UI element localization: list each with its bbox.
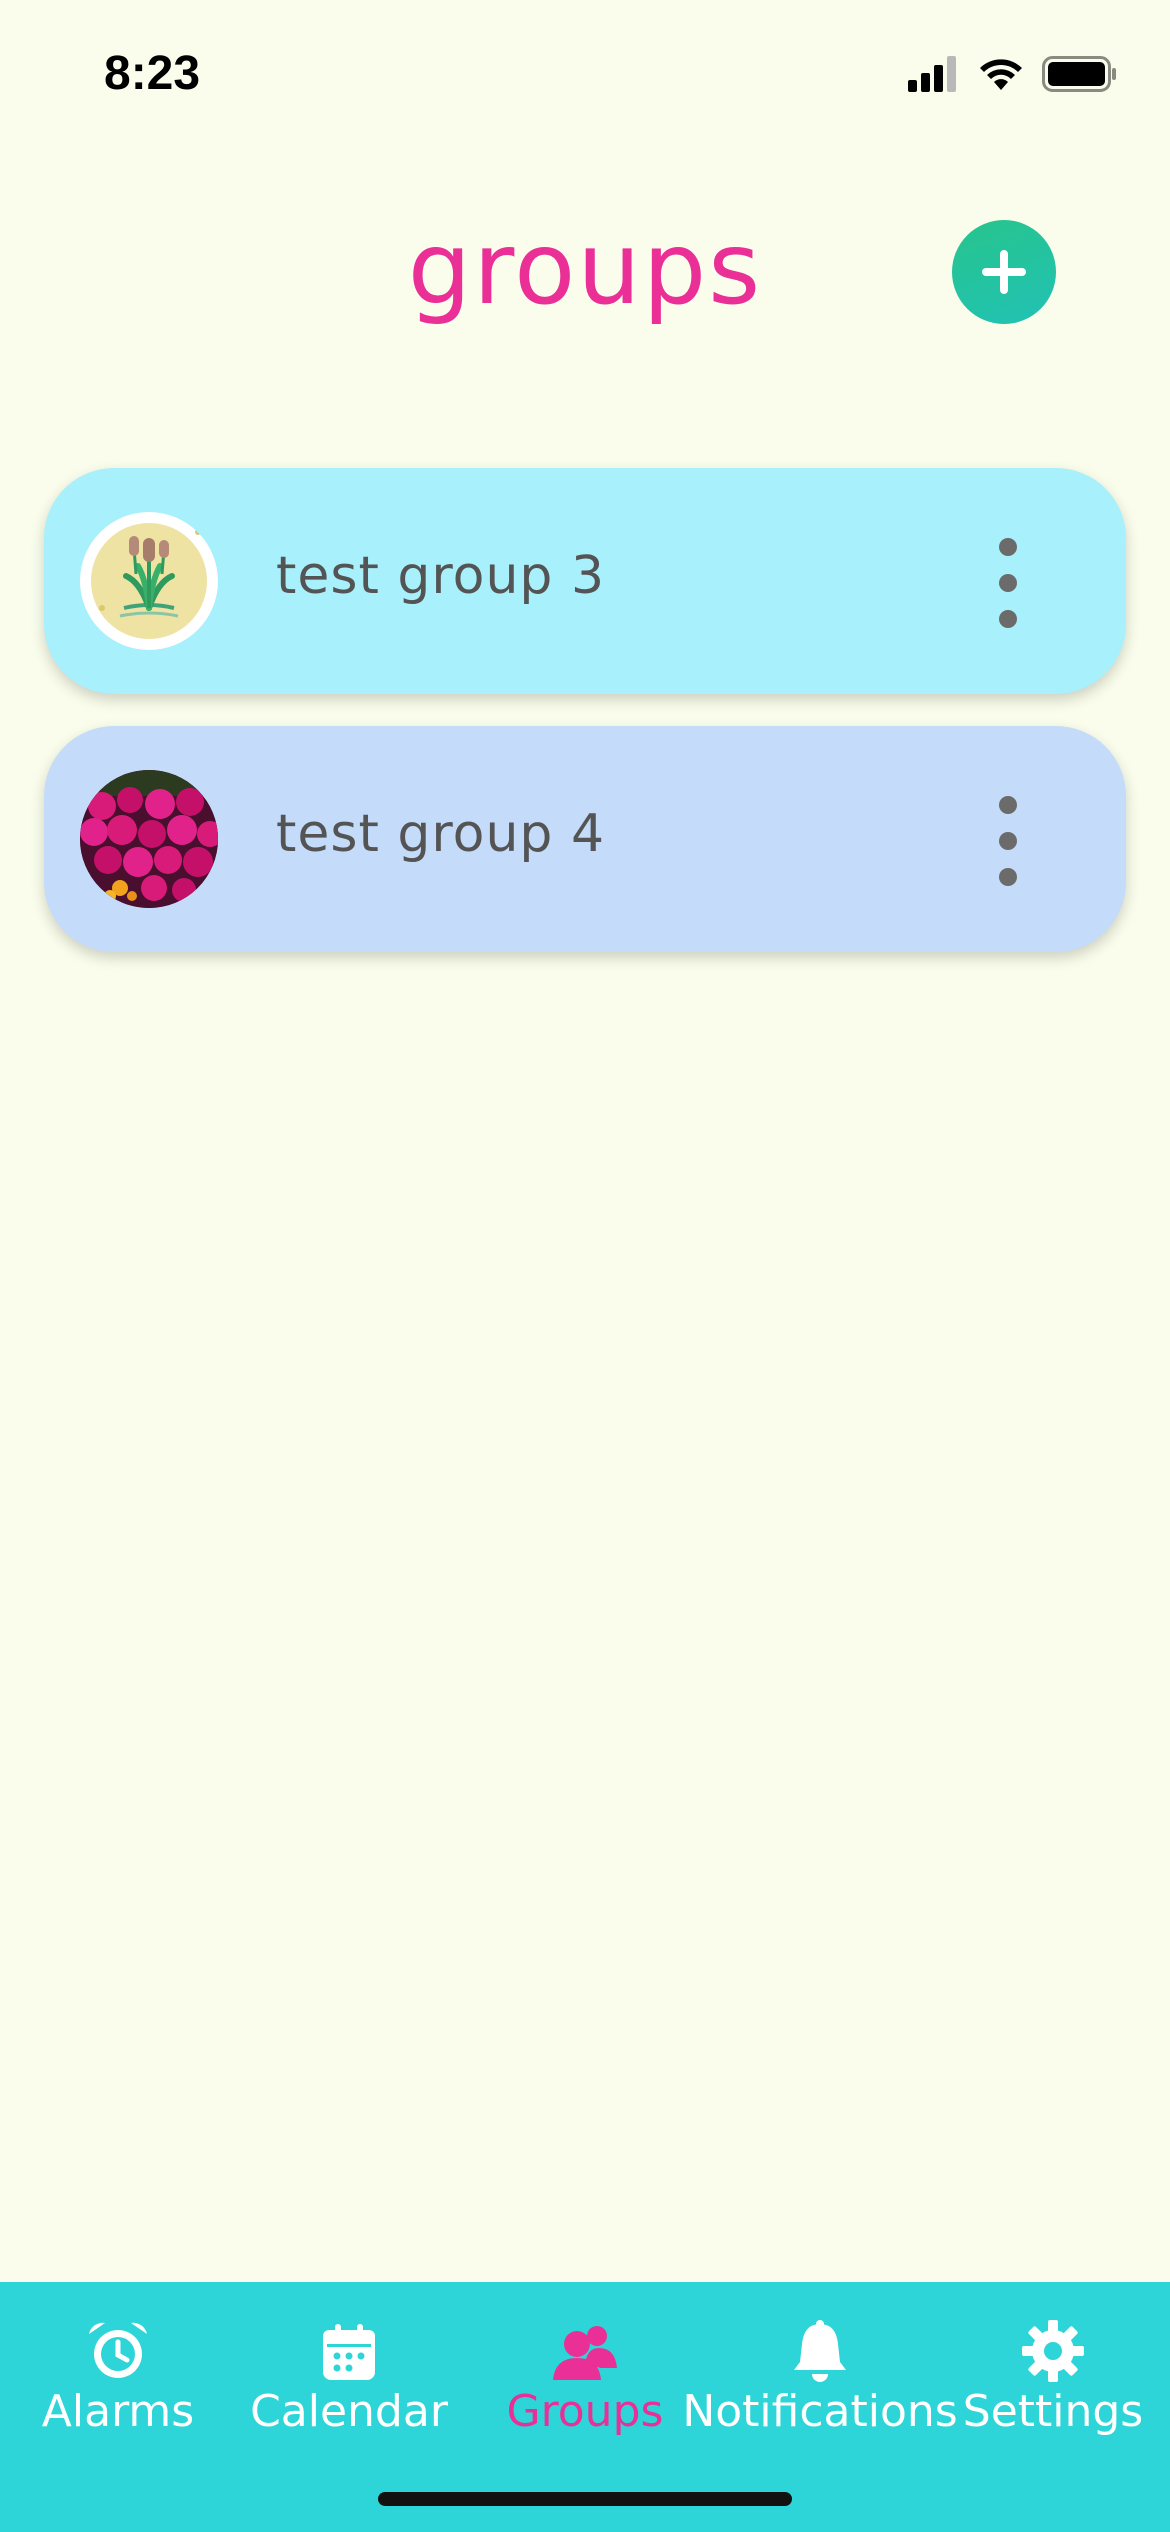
pink-flowers-photo: [80, 770, 218, 908]
tab-notifications[interactable]: Notifications: [682, 2282, 958, 2452]
plus-icon: [982, 250, 1026, 294]
status-time: 8:23: [104, 47, 201, 100]
bell-icon: [794, 2320, 846, 2382]
group-card[interactable]: test group 3: [44, 468, 1126, 694]
alarm-clock-icon: [89, 2322, 147, 2378]
group-card[interactable]: test group 4: [44, 726, 1126, 952]
tab-groups[interactable]: Groups: [494, 2282, 676, 2452]
people-icon: [553, 2326, 617, 2380]
tab-label: Notifications: [682, 2386, 958, 2437]
calendar-icon: [323, 2324, 375, 2380]
tab-label: Groups: [506, 2386, 664, 2437]
tab-label: Settings: [962, 2386, 1144, 2437]
tab-label: Calendar: [250, 2386, 448, 2437]
wifi-icon: [980, 59, 1022, 90]
group-name: test group 3: [276, 546, 606, 606]
home-indicator: [378, 2492, 792, 2506]
group-avatar: [80, 512, 218, 650]
group-avatar: [80, 770, 218, 908]
more-options-icon[interactable]: [988, 796, 1028, 886]
group-name: test group 4: [276, 804, 606, 864]
battery-icon: [1042, 56, 1116, 92]
more-options-icon[interactable]: [988, 538, 1028, 628]
tab-settings[interactable]: Settings: [960, 2282, 1146, 2452]
group-list: test group 3 test group 4: [44, 468, 1126, 984]
tab-calendar[interactable]: Calendar: [242, 2282, 456, 2452]
gear-icon: [1022, 2320, 1084, 2382]
cattail-illustration: [91, 523, 207, 639]
cellular-signal-icon: [908, 56, 956, 92]
status-bar: 8:23: [0, 0, 1170, 150]
tab-label: Alarms: [41, 2386, 195, 2437]
tab-alarms[interactable]: Alarms: [20, 2282, 216, 2452]
add-group-button[interactable]: [952, 220, 1056, 324]
status-icons: [908, 52, 1118, 96]
